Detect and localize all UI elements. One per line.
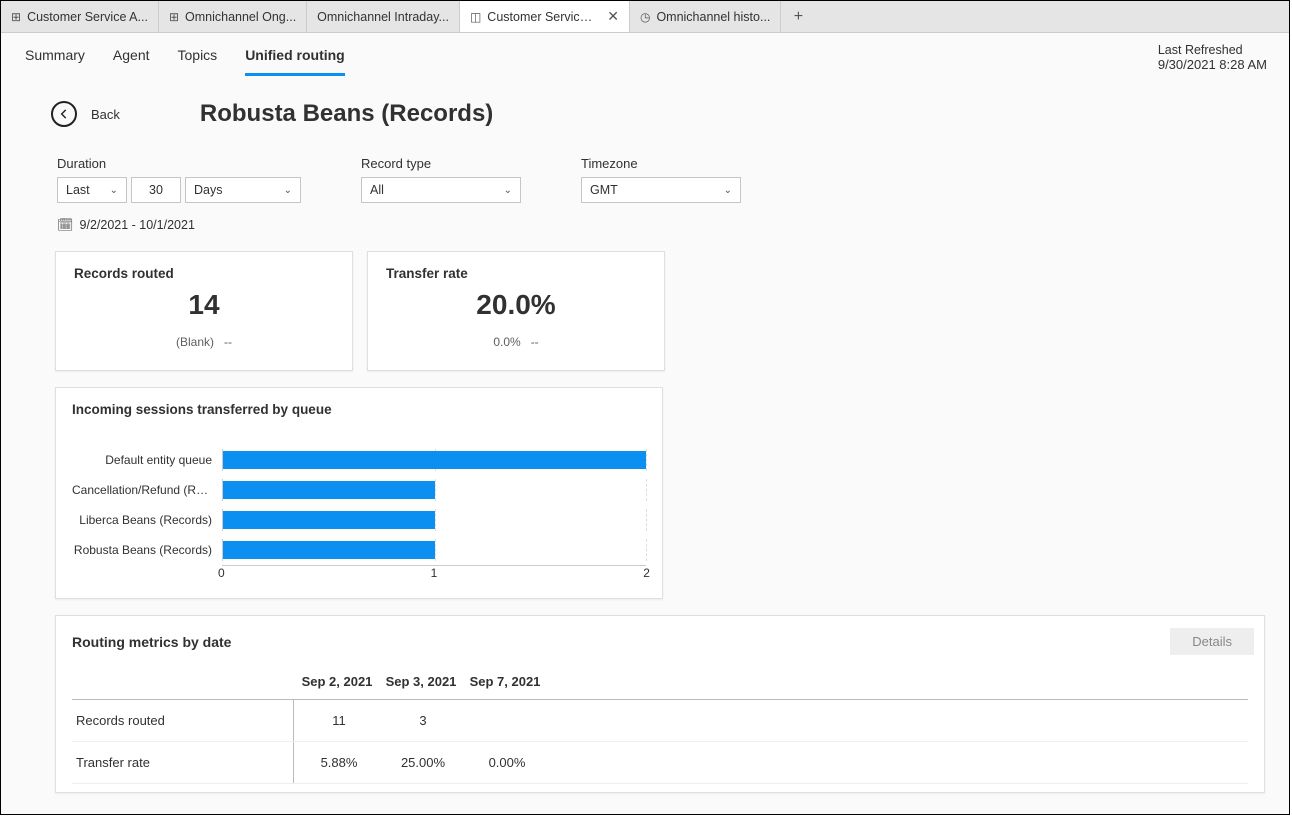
tab-omni-intraday[interactable]: Omnichannel Intraday... (307, 1, 460, 32)
bar-label: Default entity queue (72, 453, 222, 467)
bar-track (222, 449, 646, 471)
bar-row: Liberca Beans (Records) (72, 505, 646, 535)
routing-title: Routing metrics by date (72, 634, 1248, 650)
tab-cs-analytics[interactable]: ⊞ Customer Service A... (1, 1, 159, 32)
bar (223, 481, 435, 499)
bar-chart: Default entity queue Cancellation/Refund … (72, 445, 646, 565)
bar-track (222, 539, 646, 561)
tab-label: Omnichannel Intraday... (317, 10, 449, 24)
bar-row: Default entity queue (72, 445, 646, 475)
subnav-agent[interactable]: Agent (113, 47, 150, 76)
table-header: Sep 2, 2021 Sep 3, 2021 Sep 7, 2021 (72, 674, 1248, 689)
select-value: GMT (590, 183, 618, 197)
details-button[interactable]: Details (1170, 628, 1254, 655)
kpi-subtext: 0.0% -- (386, 335, 646, 349)
bar-row: Cancellation/Refund (Rec... (72, 475, 646, 505)
bar-track (222, 509, 646, 531)
duration-mode-select[interactable]: Last ⌄ (57, 177, 127, 203)
table-cell: 11 (300, 713, 378, 728)
table-cell: 25.00% (384, 755, 462, 770)
kpi-value: 14 (74, 289, 334, 321)
duration-count-input[interactable]: 30 (131, 177, 181, 203)
table-row: Transfer rate 5.88% 25.00% 0.00% (72, 742, 1248, 784)
kpi-title: Records routed (74, 266, 334, 281)
back-label: Back (91, 107, 120, 122)
window-tabstrip: ⊞ Customer Service A... ⊞ Omnichannel Ong.… (1, 1, 1289, 33)
chevron-down-icon: ⌄ (284, 185, 292, 196)
bar (223, 451, 646, 469)
tab-cs-historical[interactable]: ◫ Customer Service historic... ✕ (460, 1, 630, 32)
date-range-value: 9/2/2021 - 10/1/2021 (80, 218, 195, 232)
bar (223, 541, 435, 559)
chevron-down-icon: ⌄ (504, 185, 512, 196)
table-row: Records routed 11 3 (72, 700, 1248, 742)
bar-row: Robusta Beans (Records) (72, 535, 646, 565)
bar-label: Robusta Beans (Records) (72, 543, 222, 557)
page-title: Robusta Beans (Records) (200, 100, 493, 128)
last-refreshed-value: 9/30/2021 8:28 AM (1158, 57, 1267, 72)
grid-icon: ⊞ (11, 10, 21, 24)
table-cell: 3 (384, 713, 462, 728)
timezone-select[interactable]: GMT ⌄ (581, 177, 741, 203)
chart-card: Incoming sessions transferred by queue D… (55, 387, 663, 599)
grid-icon: ⊞ (169, 10, 179, 24)
chevron-down-icon: ⌄ (724, 185, 732, 196)
filter-bar: Duration Last ⌄ 30 Days ⌄ 🗓 9/2/2021 - 10/1… (57, 156, 1289, 233)
select-value: Days (194, 183, 222, 197)
record-type-label: Record type (361, 156, 521, 171)
input-value: 30 (149, 183, 163, 197)
table-cell: 0.00% (468, 755, 546, 770)
subnav-summary[interactable]: Summary (25, 47, 85, 76)
table-body: Records routed 11 3 Transfer rate 5.88% 25.00… (72, 699, 1248, 784)
bar-track (222, 479, 646, 501)
subnav-unified-routing[interactable]: Unified routing (245, 47, 345, 76)
last-refreshed: Last Refreshed 9/30/2021 8:28 AM (1158, 43, 1267, 72)
clock-icon: ◷ (640, 10, 650, 24)
record-type-select[interactable]: All ⌄ (361, 177, 521, 203)
date-header: Sep 3, 2021 (382, 674, 460, 689)
tab-omni-ongoing[interactable]: ⊞ Omnichannel Ong... (159, 1, 307, 32)
kpi-records-routed: Records routed 14 (Blank) -- (55, 251, 353, 371)
x-axis: 012 (222, 565, 646, 580)
duration-label: Duration (57, 156, 301, 171)
bar-label: Liberca Beans (Records) (72, 513, 222, 527)
new-tab-button[interactable]: + (781, 1, 815, 32)
close-icon[interactable]: ✕ (607, 8, 619, 25)
table-cell: 5.88% (300, 755, 378, 770)
kpi-value: 20.0% (386, 289, 646, 321)
calendar-icon: 🗓 (57, 217, 74, 233)
kpi-title: Transfer rate (386, 266, 646, 281)
bar-label: Cancellation/Refund (Rec... (72, 483, 222, 497)
kpi-transfer-rate: Transfer rate 20.0% 0.0% -- (367, 251, 665, 371)
select-value: All (370, 183, 384, 197)
chart-title: Incoming sessions transferred by queue (72, 402, 646, 417)
date-header: Sep 2, 2021 (298, 674, 376, 689)
row-label: Transfer rate (72, 742, 294, 783)
date-range: 🗓 9/2/2021 - 10/1/2021 (57, 217, 301, 233)
report-subnav: Summary Agent Topics Unified routing (1, 33, 1289, 76)
bar (223, 511, 435, 529)
kpi-subtext: (Blank) -- (74, 335, 334, 349)
tab-label: Omnichannel Ong... (185, 10, 296, 24)
routing-metrics-card: Routing metrics by date Details Sep 2, 2… (55, 615, 1265, 793)
duration-unit-select[interactable]: Days ⌄ (185, 177, 301, 203)
tab-label: Customer Service A... (27, 10, 148, 24)
last-refreshed-label: Last Refreshed (1158, 43, 1267, 57)
routing-table: Sep 2, 2021 Sep 3, 2021 Sep 7, 2021 Record… (72, 674, 1248, 784)
timezone-label: Timezone (581, 156, 741, 171)
select-value: Last (66, 183, 90, 197)
chart-icon: ◫ (470, 10, 481, 24)
tab-label: Omnichannel histo... (656, 10, 770, 24)
tab-omni-historical[interactable]: ◷ Omnichannel histo... (630, 1, 781, 32)
back-button[interactable]: Back (51, 101, 120, 127)
chevron-down-icon: ⌄ (110, 185, 118, 196)
row-label: Records routed (72, 700, 294, 741)
tab-label: Customer Service historic... (487, 10, 597, 24)
subnav-topics[interactable]: Topics (178, 47, 218, 76)
date-header: Sep 7, 2021 (466, 674, 544, 689)
back-arrow-icon (51, 101, 77, 127)
